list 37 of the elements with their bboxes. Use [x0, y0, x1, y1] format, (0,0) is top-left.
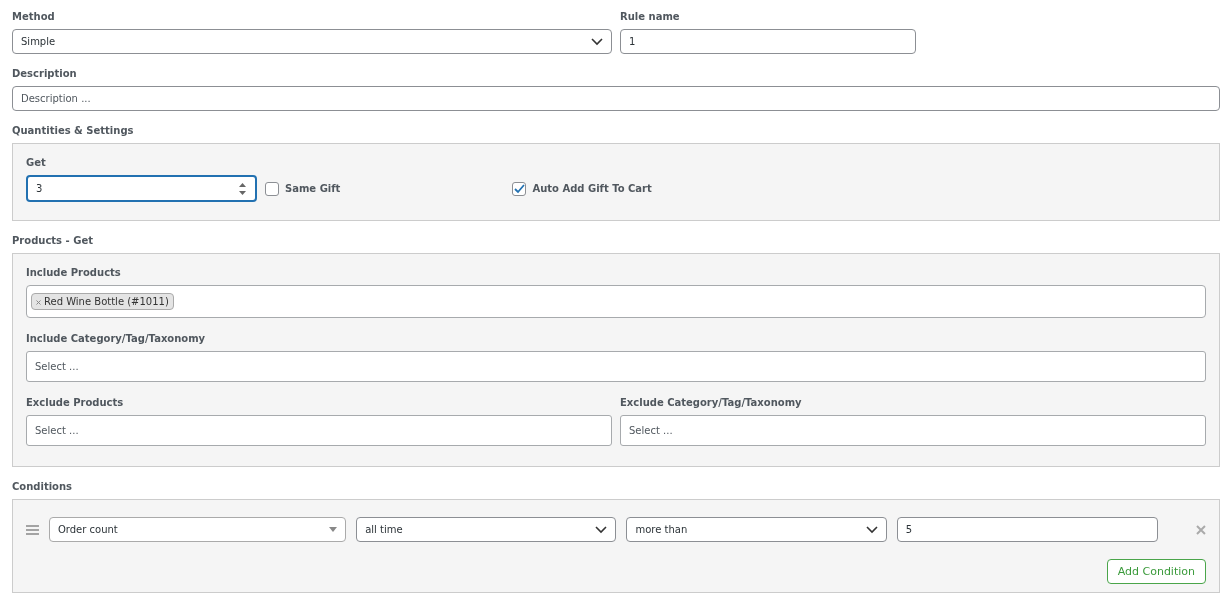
condition-select[interactable]: all time	[356, 517, 617, 542]
rule-name-label: Rule name	[620, 10, 681, 24]
drag-handle-icon[interactable]	[26, 524, 39, 535]
exclude-products-field[interactable]: Select ...	[26, 415, 612, 446]
exclude-products-label: Exclude Products	[26, 396, 125, 410]
include-products-label: Include Products	[26, 266, 122, 280]
exclude-category-field[interactable]: Select ...	[620, 415, 1206, 446]
description-label: Description	[12, 67, 78, 81]
condition-select[interactable]: more than	[626, 517, 887, 542]
add-condition-button[interactable]: Add Condition	[1106, 559, 1206, 584]
chevron-down-icon	[591, 37, 603, 46]
checkbox[interactable]	[265, 181, 279, 196]
rule-name-input[interactable]: 1	[620, 29, 916, 54]
section-title: Products - Get	[12, 234, 94, 248]
get-label: Get	[26, 156, 47, 170]
method-label: Method	[12, 10, 56, 24]
include-category-field[interactable]: Select ...	[26, 351, 1206, 382]
spinner-arrows-icon	[238, 181, 247, 196]
description-input[interactable]: Description ...	[12, 86, 1220, 111]
remove-icon[interactable]	[1196, 524, 1206, 535]
chevron-down-icon	[865, 525, 878, 534]
remove-tag-icon[interactable]	[36, 300, 41, 305]
checkbox[interactable]	[512, 181, 527, 196]
condition-type-select[interactable]: Order count	[48, 517, 347, 542]
section-title: Quantities & Settings	[12, 124, 135, 138]
checkbox-label: Auto Add Gift To Cart	[532, 183, 652, 194]
product-tag[interactable]: Red Wine Bottle (#1011)	[31, 293, 174, 310]
quantity-input[interactable]: 3	[26, 175, 257, 202]
include-products-field[interactable]: Red Wine Bottle (#1011)	[26, 285, 1206, 318]
condition-value-input[interactable]: 5	[896, 517, 1159, 542]
method-select[interactable]: Simple	[12, 29, 612, 54]
exclude-category-label: Exclude Category/Tag/Taxonomy	[620, 396, 803, 410]
include-category-label: Include Category/Tag/Taxonomy	[26, 332, 207, 346]
chevron-down-icon	[595, 525, 608, 534]
dropdown-triangle-icon	[329, 527, 338, 532]
checkbox-label: Same Gift	[285, 183, 341, 194]
section-title: Conditions	[12, 480, 74, 494]
